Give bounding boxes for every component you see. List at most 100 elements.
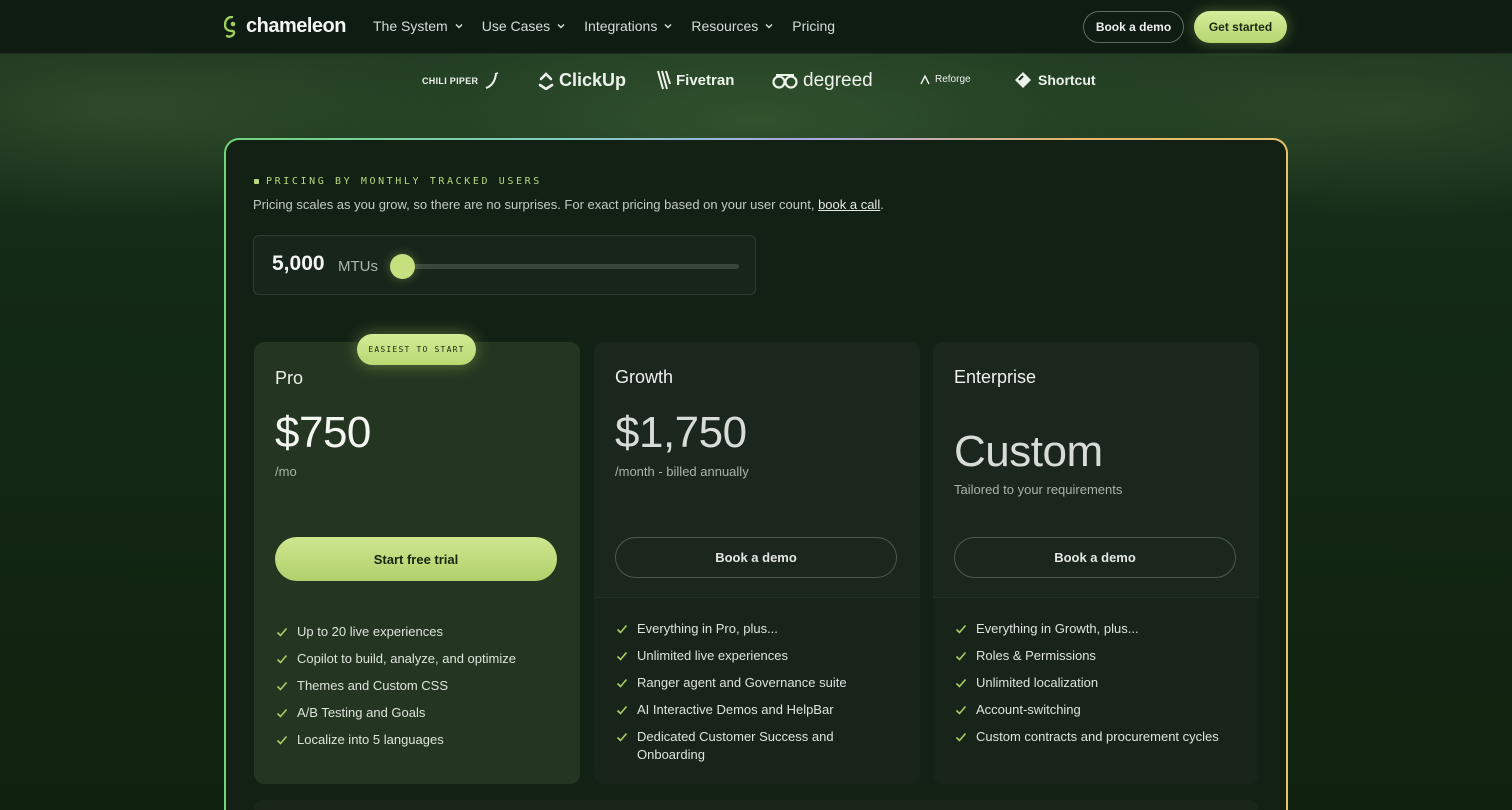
subtext-body: Pricing scales as you grow, so there are… bbox=[253, 197, 819, 212]
feature-item: A/B Testing and Goals bbox=[276, 704, 516, 722]
feature-item: Unlimited live experiences bbox=[616, 647, 847, 665]
plan-features: Up to 20 live experiences Copilot to bui… bbox=[276, 623, 516, 758]
book-demo-growth-button[interactable]: Book a demo bbox=[615, 537, 897, 578]
mtu-slider-track[interactable] bbox=[402, 264, 739, 269]
plan-name: Pro bbox=[275, 368, 304, 388]
feature-item: Custom contracts and procurement cycles bbox=[955, 728, 1219, 746]
check-icon bbox=[955, 678, 967, 688]
chevron-down-icon bbox=[557, 23, 565, 29]
top-nav: chameleon The System Use Cases Integrati… bbox=[0, 0, 1512, 54]
chevron-down-icon bbox=[664, 23, 672, 29]
degreed-logo: degreed bbox=[772, 70, 873, 92]
chevron-down-icon bbox=[455, 23, 463, 29]
book-demo-button[interactable]: Book a demo bbox=[1083, 11, 1184, 43]
book-demo-enterprise-button[interactable]: Book a demo bbox=[954, 537, 1236, 578]
feature-item: Localize into 5 languages bbox=[276, 731, 516, 749]
menu-label: Resources bbox=[691, 18, 759, 34]
mtu-slider-box: 5,000 MTUs bbox=[253, 235, 756, 295]
menu-label: Pricing bbox=[792, 18, 836, 34]
menu-label: Use Cases bbox=[481, 18, 551, 34]
feature-text: Everything in Pro, plus... bbox=[637, 621, 778, 636]
feature-text: Everything in Growth, plus... bbox=[976, 621, 1139, 636]
feature-item: Unlimited localization bbox=[955, 674, 1219, 692]
menu-label: The System bbox=[373, 18, 448, 34]
plan-price-note: Tailored to your requirements bbox=[954, 482, 1123, 497]
mtu-value: 5,000 bbox=[272, 252, 325, 275]
plan-price: Custom bbox=[954, 427, 1103, 476]
eyebrow-dot bbox=[254, 179, 259, 184]
pricing-subtext: Pricing scales as you grow, so there are… bbox=[253, 197, 884, 212]
menu-pricing[interactable]: Pricing bbox=[792, 18, 835, 34]
logo-text: ClickUp bbox=[559, 70, 627, 90]
feature-text: Localize into 5 languages bbox=[297, 732, 444, 747]
chameleon-logo-icon bbox=[224, 15, 236, 38]
check-icon bbox=[276, 681, 288, 691]
reforge-icon bbox=[920, 74, 930, 84]
shortcut-icon bbox=[1015, 72, 1031, 88]
customer-logos: CHILI PIPER ClickUp Fivetran degreed Ref… bbox=[0, 66, 1512, 96]
get-started-button[interactable]: Get started bbox=[1194, 11, 1287, 43]
check-icon bbox=[955, 705, 967, 715]
logo-text: Fivetran bbox=[676, 71, 735, 89]
feature-text: Copilot to build, analyze, and optimize bbox=[297, 651, 516, 666]
logo-text: CHILI PIPER bbox=[422, 76, 479, 86]
plan-card-pro: Pro $750 /mo Start free trial Up to 20 l… bbox=[254, 342, 580, 784]
chili-pepper-icon bbox=[485, 72, 499, 89]
plan-price-note: /month - billed annually bbox=[615, 464, 749, 479]
book-call-link[interactable]: book a call bbox=[818, 197, 880, 212]
check-icon bbox=[616, 624, 628, 634]
mtu-unit: MTUs bbox=[338, 258, 378, 275]
chevron-down-icon bbox=[765, 23, 773, 29]
feature-text: Themes and Custom CSS bbox=[297, 678, 449, 693]
menu-integrations[interactable]: Integrations bbox=[584, 18, 673, 34]
easiest-to-start-badge: EASIEST TO START bbox=[357, 334, 476, 365]
feature-text: Custom contracts and procurement cycles bbox=[976, 729, 1219, 744]
feature-item: Roles & Permissions bbox=[955, 647, 1219, 665]
eyebrow-text: PRICING BY MONTHLY TRACKED USERS bbox=[266, 176, 542, 187]
menu-the-system[interactable]: The System bbox=[373, 18, 464, 34]
menu-label: Integrations bbox=[584, 18, 658, 34]
feature-text: Up to 20 live experiences bbox=[297, 624, 443, 639]
next-section-edge bbox=[254, 800, 1258, 810]
feature-item: Dedicated Customer Success and Onboardin… bbox=[616, 728, 836, 764]
check-icon bbox=[955, 651, 967, 661]
fivetran-icon bbox=[657, 70, 671, 90]
fivetran-logo: Fivetran bbox=[657, 70, 734, 90]
start-free-trial-button[interactable]: Start free trial bbox=[275, 537, 557, 581]
check-icon bbox=[276, 708, 288, 718]
menu-resources[interactable]: Resources bbox=[691, 18, 774, 34]
check-icon bbox=[276, 654, 288, 664]
plan-price: $1,750 bbox=[615, 408, 747, 457]
check-icon bbox=[616, 678, 628, 688]
feature-item: Ranger agent and Governance suite bbox=[616, 674, 847, 692]
plan-name: Enterprise bbox=[954, 367, 1037, 387]
logo-text: degreed bbox=[803, 70, 873, 91]
feature-text: Roles & Permissions bbox=[976, 648, 1096, 663]
clickup-logo: ClickUp bbox=[538, 70, 626, 91]
feature-item: Everything in Growth, plus... bbox=[955, 620, 1219, 638]
logo[interactable]: chameleon bbox=[224, 15, 346, 38]
feature-item: Account-switching bbox=[955, 701, 1219, 719]
plan-name: Growth bbox=[615, 367, 674, 387]
subtext-end: . bbox=[880, 197, 884, 212]
logo-text: Shortcut bbox=[1038, 72, 1096, 88]
feature-item: Up to 20 live experiences bbox=[276, 623, 516, 641]
logo-text: Reforge bbox=[935, 74, 971, 85]
feature-text: A/B Testing and Goals bbox=[297, 705, 426, 720]
mtu-slider-thumb[interactable] bbox=[390, 254, 415, 279]
degreed-icon bbox=[772, 74, 798, 89]
feature-text: Unlimited live experiences bbox=[637, 648, 789, 663]
feature-text: Dedicated Customer Success and Onboardin… bbox=[637, 729, 834, 762]
check-icon bbox=[616, 705, 628, 715]
menu-use-cases[interactable]: Use Cases bbox=[482, 18, 566, 34]
plan-features: Everything in Pro, plus... Unlimited liv… bbox=[616, 620, 847, 773]
check-icon bbox=[276, 627, 288, 637]
feature-item: AI Interactive Demos and HelpBar bbox=[616, 701, 847, 719]
feature-text: Unlimited localization bbox=[976, 675, 1099, 690]
feature-text: Account-switching bbox=[976, 702, 1081, 717]
plan-price-note: /mo bbox=[275, 464, 297, 479]
clickup-icon bbox=[538, 71, 554, 90]
check-icon bbox=[616, 732, 628, 742]
check-icon bbox=[276, 735, 288, 745]
chili-piper-logo: CHILI PIPER bbox=[422, 72, 499, 90]
